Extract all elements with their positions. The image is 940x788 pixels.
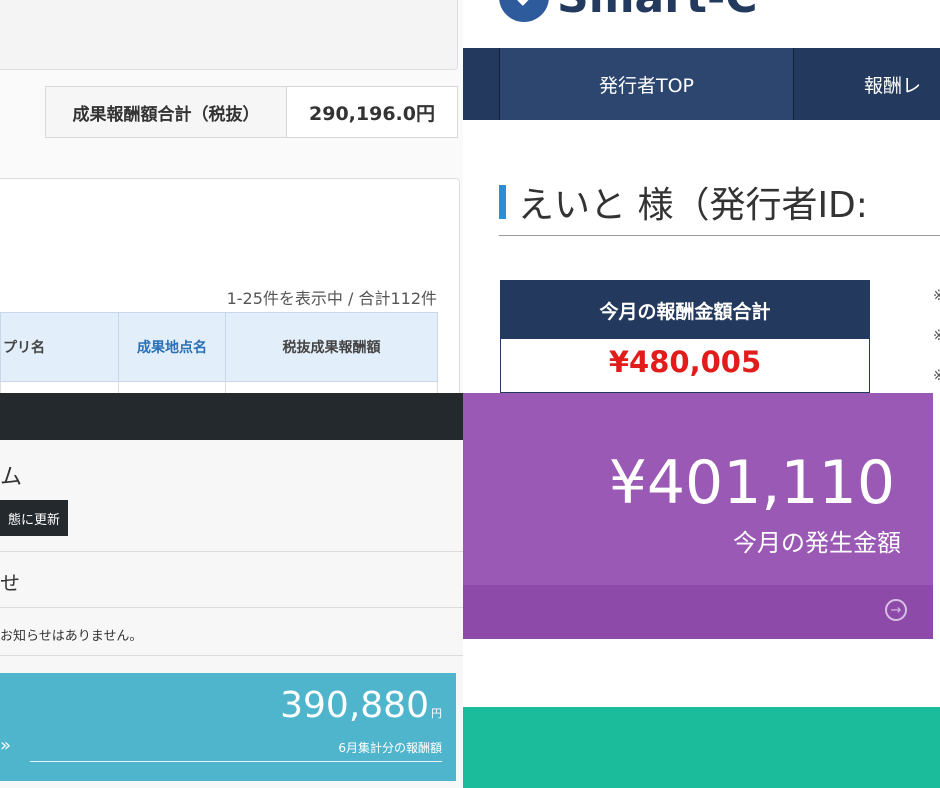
arrow-right-icon[interactable]: →	[885, 599, 907, 621]
total-summary: 成果報酬額合計（税抜） 290,196.0円	[45, 86, 458, 138]
note-mark: ※	[933, 368, 940, 384]
logo-text: Smart-C	[557, 0, 758, 23]
notice-body: お知らせはありません。	[0, 629, 143, 644]
filter-card	[0, 0, 458, 70]
earnings-amount: ¥401,110	[608, 448, 895, 518]
nav-item-reward-report[interactable]: 報酬レ	[793, 48, 940, 120]
table-row	[0, 382, 438, 393]
divider	[30, 761, 442, 762]
divider	[0, 551, 463, 552]
nav-item-publisher-top[interactable]: 発行者TOP	[499, 48, 793, 120]
reward-amount-value: 390,880	[280, 685, 429, 726]
notice-title: せ	[0, 571, 20, 595]
report-panel: 成果報酬額合計（税抜） 290,196.0円 1-25件を表示中 / 合計112…	[0, 0, 463, 393]
earnings-card-footer[interactable]: →	[463, 585, 933, 639]
note-mark: ※	[933, 288, 940, 304]
note-mark: ※	[933, 328, 940, 344]
reward-card[interactable]: » 390,880 円 6月集計分の報酬額	[0, 673, 456, 781]
page-title: えいと 様（発行者ID:	[499, 176, 868, 228]
monthly-reward-value: ¥480,005	[608, 345, 762, 379]
publisher-dashboard: Smart-C 発行者TOP 報酬レ えいと 様（発行者ID: 今月の報酬金額合…	[463, 0, 940, 393]
logo: Smart-C	[499, 0, 758, 23]
divider	[0, 607, 463, 608]
earnings-label: 今月の発生金額	[733, 529, 901, 557]
total-label: 成果報酬額合計（税抜）	[46, 87, 287, 137]
update-button[interactable]: 態に更新	[0, 500, 68, 536]
top-bar	[0, 393, 463, 440]
nav-item-menu[interactable]	[463, 48, 499, 120]
column-app-name[interactable]: プリ名	[1, 313, 119, 381]
divider	[0, 655, 463, 656]
divider	[499, 235, 940, 236]
reward-caption: 6月集計分の報酬額	[338, 741, 442, 755]
earnings-dashboard: ¥401,110 今月の発生金額 →	[463, 393, 940, 788]
affiliate-dashboard: ム 態に更新 せ お知らせはありません。 » 390,880 円 6月集計分の報…	[0, 393, 463, 788]
page-title-text: えいと 様（発行者ID:	[518, 185, 868, 226]
total-value: 290,196.0円	[309, 102, 435, 125]
table-header: プリ名 成果地点名 税抜成果報酬額	[0, 312, 438, 382]
title-accent-bar	[499, 185, 506, 219]
result-count: 1-25件を表示中 / 合計112件	[226, 289, 437, 308]
monthly-reward-title: 今月の報酬金額合計	[501, 281, 869, 339]
logo-check-icon	[499, 0, 549, 22]
earnings-card: ¥401,110 今月の発生金額 →	[463, 393, 933, 639]
column-conversion-point[interactable]: 成果地点名	[119, 313, 226, 381]
reward-amount-unit: 円	[431, 707, 442, 720]
reward-amount: 390,880 円	[280, 685, 442, 726]
double-arrow-icon: »	[0, 735, 12, 756]
section-title: ム	[0, 465, 23, 490]
column-reward-amount: 税抜成果報酬額	[282, 340, 381, 356]
green-card	[463, 707, 940, 788]
monthly-reward-box: 今月の報酬金額合計 ¥480,005	[500, 280, 870, 393]
main-nav: 発行者TOP 報酬レ	[463, 48, 940, 120]
